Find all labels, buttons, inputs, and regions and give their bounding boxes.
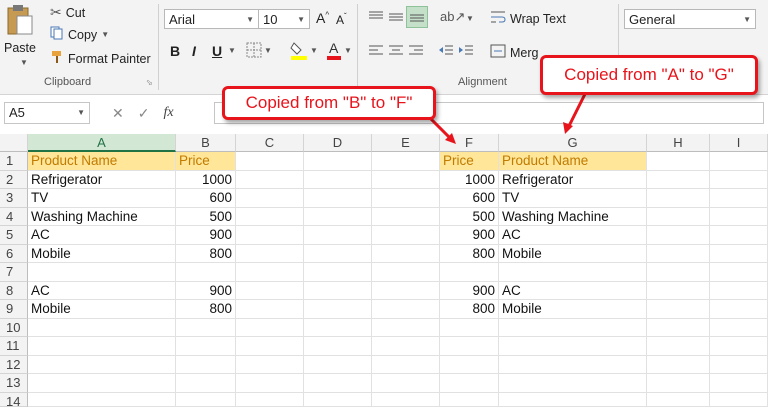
callout-arrow-line — [566, 93, 587, 129]
callout-a-to-g: Copied from "A" to "G" — [540, 55, 758, 95]
callout-b-to-f: Copied from "B" to "F" — [222, 86, 436, 120]
